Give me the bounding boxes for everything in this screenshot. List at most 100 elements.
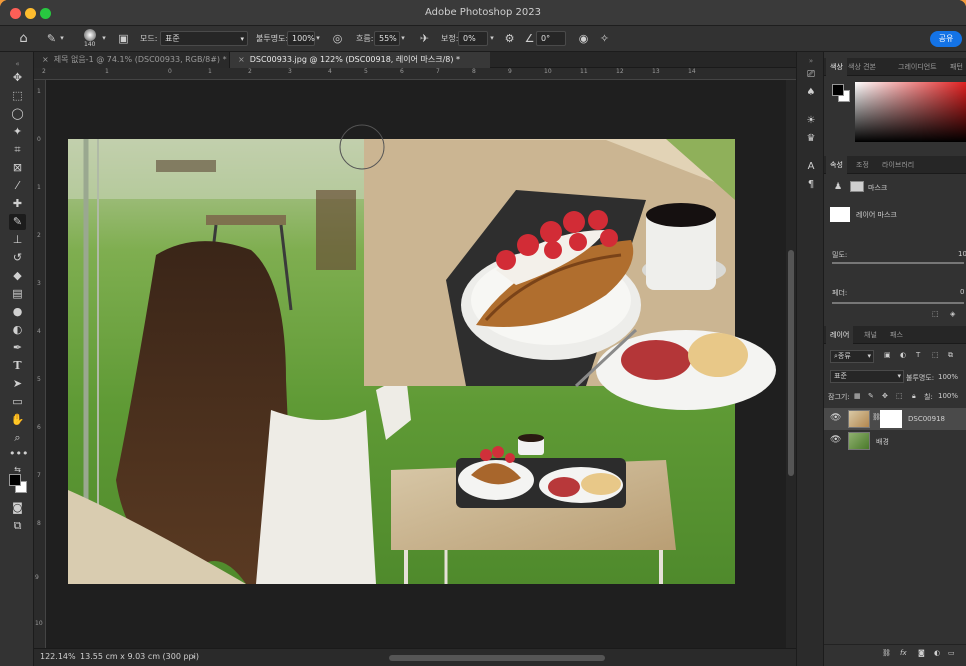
gradient-tool-icon[interactable]: ▤ xyxy=(9,286,26,302)
chevron-down-icon[interactable]: ▾ xyxy=(399,31,407,46)
eye-icon[interactable]: 👁︎ xyxy=(830,413,841,423)
layer-row-background[interactable]: 👁︎ 배경 xyxy=(824,430,966,452)
character-panel-icon[interactable]: A xyxy=(804,160,818,174)
airbrush-icon[interactable]: ✈ xyxy=(417,31,432,46)
pen-tool-icon[interactable]: ✒ xyxy=(9,340,26,356)
gear-icon[interactable]: ⚙ xyxy=(502,31,517,46)
color-picker-field[interactable] xyxy=(855,82,966,142)
paragraph-panel-icon[interactable]: ¶ xyxy=(804,178,818,192)
smoothing-field[interactable]: 0% xyxy=(458,31,488,46)
clone-stamp-tool-icon[interactable]: ⊥ xyxy=(9,232,26,248)
foreground-color-swatch[interactable] xyxy=(9,474,21,486)
blend-mode-dropdown[interactable]: 표준 ▾ xyxy=(830,370,904,383)
tab-swatches[interactable]: 색상 견본 xyxy=(844,58,880,76)
lock-position-icon[interactable]: ✥ xyxy=(882,392,888,400)
smart-object-filter-icon[interactable]: ⧉ xyxy=(948,351,953,360)
tab-untitled-1[interactable]: × 제목 없음-1 @ 74.1% (DSC00933, RGB/8#) * xyxy=(34,52,230,68)
layer-mask-thumbnail[interactable] xyxy=(880,410,902,428)
hand-tool-icon[interactable]: ✋ xyxy=(9,412,26,428)
fill-value[interactable]: 100% xyxy=(938,392,958,400)
opacity-field[interactable]: 100% xyxy=(287,31,315,46)
canvas-area[interactable] xyxy=(46,80,786,648)
new-group-icon[interactable]: ▭ xyxy=(948,649,955,657)
apply-mask-icon[interactable]: ◈ xyxy=(950,310,955,318)
type-filter-icon[interactable]: T xyxy=(916,351,920,359)
home-icon[interactable]: ⌂ xyxy=(16,31,31,46)
tab-channels[interactable]: 채널 xyxy=(860,326,881,344)
layer-opacity-value[interactable]: 100% xyxy=(938,373,958,381)
brush-settings-icon[interactable]: ▣ xyxy=(116,31,131,46)
lock-artboard-icon[interactable]: ⬚ xyxy=(896,392,903,400)
tab-adjustments[interactable]: 조정 xyxy=(852,156,873,174)
styles-panel-icon[interactable]: ♛ xyxy=(804,132,818,146)
eyedropper-tool-icon[interactable]: ⁄ xyxy=(9,178,26,194)
lock-transparency-icon[interactable]: ▦ xyxy=(854,392,861,400)
chevron-down-icon[interactable]: ▾ xyxy=(488,31,496,46)
lasso-tool-icon[interactable]: ◯ xyxy=(9,106,26,122)
lock-all-icon[interactable]: 🔒︎ xyxy=(912,392,916,401)
add-mask-icon[interactable]: ◙ xyxy=(918,649,925,657)
close-icon[interactable]: × xyxy=(42,55,49,64)
feather-slider[interactable] xyxy=(832,302,964,304)
quick-mask-icon[interactable]: ◙ xyxy=(9,500,26,516)
density-value[interactable]: 10 xyxy=(958,250,966,258)
magic-wand-tool-icon[interactable]: ✦ xyxy=(9,124,26,140)
screen-mode-icon[interactable]: ⧉ xyxy=(9,518,26,534)
tab-properties[interactable]: 속성 xyxy=(826,156,847,174)
adjustment-layer-icon[interactable]: ◐ xyxy=(934,649,940,657)
close-icon[interactable]: × xyxy=(238,55,245,64)
share-button[interactable]: 공유 xyxy=(930,31,962,47)
brush-tool-icon[interactable]: ✎ xyxy=(9,214,26,230)
lock-pixels-icon[interactable]: ✎ xyxy=(868,392,874,400)
healing-brush-tool-icon[interactable]: ✚ xyxy=(9,196,26,212)
rectangle-tool-icon[interactable]: ▭ xyxy=(9,394,26,410)
fx-icon[interactable]: fx xyxy=(900,649,907,657)
adjustment-filter-icon[interactable]: ◐ xyxy=(900,351,906,359)
layer-filter-dropdown[interactable]: ⌕종류 ▾ xyxy=(830,350,874,363)
chevron-down-icon[interactable]: ▾ xyxy=(100,31,108,46)
density-slider[interactable] xyxy=(832,262,964,264)
path-selection-tool-icon[interactable]: ➤ xyxy=(9,376,26,392)
eraser-tool-icon[interactable]: ◆ xyxy=(9,268,26,284)
vertical-scroll-thumb[interactable] xyxy=(788,250,794,476)
foreground-color-swatch[interactable] xyxy=(832,84,844,96)
select-mask-icon[interactable]: ⬚ xyxy=(932,310,939,318)
brush-size-preview[interactable] xyxy=(84,29,96,41)
eye-icon[interactable]: 👁︎ xyxy=(830,435,841,445)
frame-tool-icon[interactable]: ⊠ xyxy=(9,160,26,176)
pressure-opacity-icon[interactable]: ◎ xyxy=(330,31,345,46)
chevron-down-icon[interactable]: ▾ xyxy=(314,31,322,46)
vertical-scrollbar[interactable] xyxy=(786,80,796,648)
zoom-tool-icon[interactable]: ⌕ xyxy=(9,430,26,446)
shape-filter-icon[interactable]: ⬚ xyxy=(932,351,939,359)
brush-tool-preset-icon[interactable]: ✎ xyxy=(44,31,59,46)
horizontal-scroll-thumb[interactable] xyxy=(389,655,605,661)
pixel-mask-icon[interactable]: ♟ xyxy=(834,182,842,192)
tab-layers[interactable]: 레이어 xyxy=(826,326,854,344)
pressure-size-icon[interactable]: ◉ xyxy=(576,31,591,46)
tab-gradients[interactable]: 그레이디언트 xyxy=(894,58,941,76)
angle-icon[interactable]: ∠ xyxy=(522,31,537,46)
pixel-filter-icon[interactable]: ▣ xyxy=(884,351,891,359)
marquee-tool-icon[interactable]: ⬚ xyxy=(9,88,26,104)
zoom-level[interactable]: 122.14% xyxy=(40,652,76,661)
brush-settings-panel-icon[interactable]: ♠ xyxy=(804,86,818,100)
link-layers-icon[interactable]: ⛓ xyxy=(882,649,891,657)
collapse-dock-icon[interactable]: » xyxy=(804,54,818,68)
dodge-tool-icon[interactable]: ◐ xyxy=(9,322,26,338)
history-panel-icon[interactable]: ⎚ xyxy=(804,68,818,82)
tab-patterns[interactable]: 패턴 xyxy=(946,58,966,76)
flow-field[interactable]: 55% xyxy=(374,31,400,46)
adjustments-panel-icon[interactable]: ☀ xyxy=(804,114,818,128)
more-tools-icon[interactable]: ••• xyxy=(9,446,28,462)
blur-tool-icon[interactable]: ● xyxy=(9,304,26,320)
symmetry-icon[interactable]: ✧ xyxy=(597,31,612,46)
angle-field[interactable]: 0° xyxy=(536,31,566,46)
layer-row-dsc00918[interactable]: 👁︎ ⛓ DSC00918 xyxy=(824,408,966,430)
document-canvas[interactable] xyxy=(46,80,786,648)
type-tool-icon[interactable]: T xyxy=(9,358,26,374)
tab-paths[interactable]: 패스 xyxy=(886,326,907,344)
chevron-down-icon[interactable]: ▾ xyxy=(58,31,66,46)
tab-dsc00933[interactable]: × DSC00933.jpg @ 122% (DSC00918, 레이어 마스크/… xyxy=(230,52,490,68)
tab-libraries[interactable]: 라이브러리 xyxy=(878,156,918,174)
